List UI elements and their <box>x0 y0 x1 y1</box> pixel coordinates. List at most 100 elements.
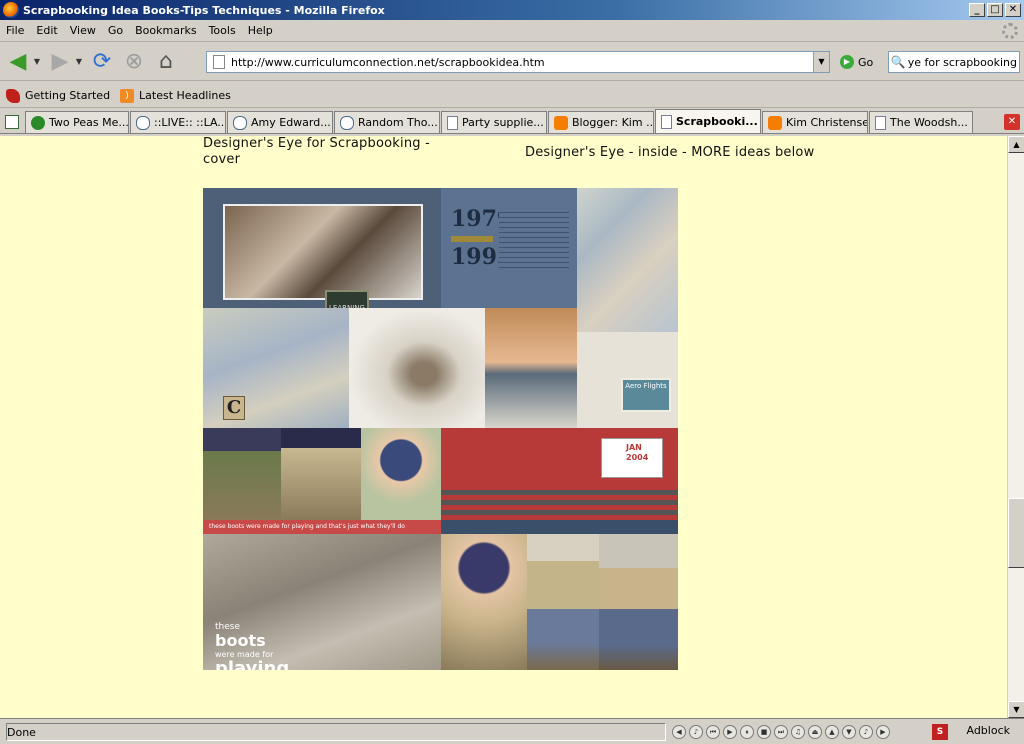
tab-scrapbooking[interactable]: Scrapbooki... <box>655 109 761 133</box>
tab-amy-edward[interactable]: Amy Edward... <box>227 111 333 133</box>
site-icon <box>31 115 45 130</box>
inside-caption: Designer's Eye - inside - MORE ideas bel… <box>525 145 815 160</box>
tab-random-tho[interactable]: Random Tho... <box>334 111 440 133</box>
adblock-label[interactable]: Adblock <box>966 724 1010 737</box>
cover-caption: Designer's Eye for Scrapbooking - cover <box>203 136 430 167</box>
tab-label: Two Peas Me... <box>49 116 129 129</box>
firefox-icon <box>3 2 19 18</box>
tab-party-supplies[interactable]: Party supplie... <box>441 111 547 133</box>
back-history-dropdown-icon[interactable]: ▼ <box>32 57 42 66</box>
boy-in-plane-photo <box>223 204 423 300</box>
scroll-up-icon[interactable]: ▲ <box>1008 136 1024 153</box>
vertical-scrollbar[interactable]: ▲ ▼ <box>1007 136 1024 718</box>
reload-icon[interactable]: ⟳ <box>88 48 116 76</box>
menu-bookmarks[interactable]: Bookmarks <box>129 24 202 37</box>
tab-two-peas[interactable]: Two Peas Me... <box>25 111 129 133</box>
search-engine-icon[interactable]: 🔍 <box>889 55 907 69</box>
status-bar: Done ◀ ♪ ⏮ ▶ ⏸ ■ ⏭ ♫ ⏏ ▲ ▼ ♪ ▶ S Adblock <box>0 718 1024 744</box>
tab-label: Random Tho... <box>358 116 438 129</box>
scroll-down-icon[interactable]: ▼ <box>1008 701 1024 718</box>
media-player-controls: ◀ ♪ ⏮ ▶ ⏸ ■ ⏭ ♫ ⏏ ▲ ▼ ♪ ▶ <box>672 724 890 739</box>
go-label: Go <box>858 55 874 69</box>
tab-kim-christensen[interactable]: Kim Christensen <box>762 111 868 133</box>
menu-edit[interactable]: Edit <box>30 24 63 37</box>
bookmark-label: Latest Headlines <box>139 89 231 102</box>
jan-label: JAN <box>626 443 642 452</box>
volume-up-icon[interactable]: ▲ <box>825 724 839 739</box>
go-button[interactable]: ▶ Go <box>840 55 873 69</box>
volume-down-icon[interactable]: ▼ <box>842 724 856 739</box>
prev-icon[interactable]: ◀ <box>672 724 686 739</box>
boy-photo <box>441 534 527 670</box>
minimize-button[interactable]: _ <box>969 3 985 17</box>
new-tab-button[interactable] <box>2 112 22 132</box>
letter-c-tile: C <box>223 396 245 420</box>
tab-bar: Two Peas Me... ::LIVE:: ::LA... Amy Edwa… <box>0 109 1024 134</box>
scrapbook-layout-image: LEARNING 2 FLY 1979 1995 C Aero Flights … <box>203 188 678 670</box>
status-text: Done <box>6 722 666 741</box>
navigation-toolbar: ◀ ▼ ▶ ▼ ⟳ ⊗ ⌂ ▼ ▶ Go 🔍 <box>0 43 1024 81</box>
forward-arrow-icon[interactable]: ▶ <box>46 48 74 76</box>
back-arrow-icon[interactable]: ◀ <box>4 48 32 76</box>
bookmark-label: Getting Started <box>25 89 111 102</box>
go-arrow-icon: ▶ <box>840 55 854 69</box>
menu-view[interactable]: View <box>64 24 102 37</box>
menu-go[interactable]: Go <box>102 24 129 37</box>
search-input[interactable] <box>907 55 1017 69</box>
jan-year: 2004 <box>626 453 649 462</box>
chat-bubble-icon <box>340 115 354 130</box>
scroll-thumb[interactable] <box>1008 498 1024 568</box>
stamp-text: Aero Flights <box>625 382 667 390</box>
close-tab-icon[interactable]: ✕ <box>1004 114 1020 130</box>
stop-icon[interactable]: ⊗ <box>120 48 148 76</box>
search-box[interactable]: 🔍 <box>888 51 1020 73</box>
boy-photo <box>281 428 361 520</box>
eject-icon[interactable]: ⏏ <box>808 724 822 739</box>
menu-tools[interactable]: Tools <box>203 24 242 37</box>
bookmark-latest-headlines[interactable]: ) Latest Headlines <box>120 88 231 103</box>
url-input[interactable] <box>231 55 813 69</box>
jan-tag: JAN 2004 <box>601 438 663 478</box>
skip-forward-icon[interactable]: ⏭ <box>774 724 788 739</box>
new-tab-icon <box>5 115 19 129</box>
close-button[interactable]: ✕ <box>1005 3 1021 17</box>
next-icon[interactable]: ▶ <box>876 724 890 739</box>
tab-live-la[interactable]: ::LIVE:: ::LA... <box>130 111 226 133</box>
menu-file[interactable]: File <box>0 24 30 37</box>
boy-photo <box>203 428 281 520</box>
rss-icon: ) <box>120 88 135 103</box>
tab-blogger-kim[interactable]: Blogger: Kim ... <box>548 111 654 133</box>
bookmark-getting-started[interactable]: Getting Started <box>6 88 111 103</box>
page-content: Designer's Eye for Scrapbooking - cover … <box>0 136 1007 718</box>
maximize-button[interactable]: □ <box>987 3 1003 17</box>
title-bar: Scrapbooking Idea Books-Tips Techniques … <box>0 0 1024 20</box>
airfield-photos <box>485 308 577 428</box>
forward-history-dropdown-icon[interactable]: ▼ <box>74 57 84 66</box>
tab-label: ::LIVE:: ::LA... <box>154 116 226 129</box>
boots-title: these boots were made for playing <box>215 620 289 670</box>
boy-photo <box>599 534 678 670</box>
throbber-icon <box>1002 23 1018 39</box>
firefox-icon <box>6 88 20 103</box>
music-icon[interactable]: ♪ <box>689 724 703 739</box>
pause-icon[interactable]: ⏸ <box>740 724 754 739</box>
playlist-icon[interactable]: ♫ <box>791 724 805 739</box>
play-icon[interactable]: ▶ <box>723 724 737 739</box>
page-icon <box>661 114 672 129</box>
tab-the-woodshop[interactable]: The Woodsh... <box>869 111 973 133</box>
page-icon <box>213 55 225 69</box>
tab-label: Scrapbooki... <box>676 115 758 128</box>
adblock-icon[interactable]: S <box>932 724 948 740</box>
skip-back-icon[interactable]: ⏮ <box>706 724 720 739</box>
stop-icon[interactable]: ■ <box>757 724 771 739</box>
page-icon <box>447 115 458 130</box>
home-icon[interactable]: ⌂ <box>152 48 180 76</box>
page-icon <box>875 115 886 130</box>
banner-text: these boots were made for playing and th… <box>209 523 405 530</box>
speaker-icon[interactable]: ♪ <box>859 724 873 739</box>
blogger-icon <box>768 115 782 130</box>
url-bar[interactable]: ▼ <box>206 51 830 73</box>
menu-help[interactable]: Help <box>242 24 279 37</box>
chat-bubble-icon <box>136 115 150 130</box>
url-dropdown-icon[interactable]: ▼ <box>813 52 829 72</box>
